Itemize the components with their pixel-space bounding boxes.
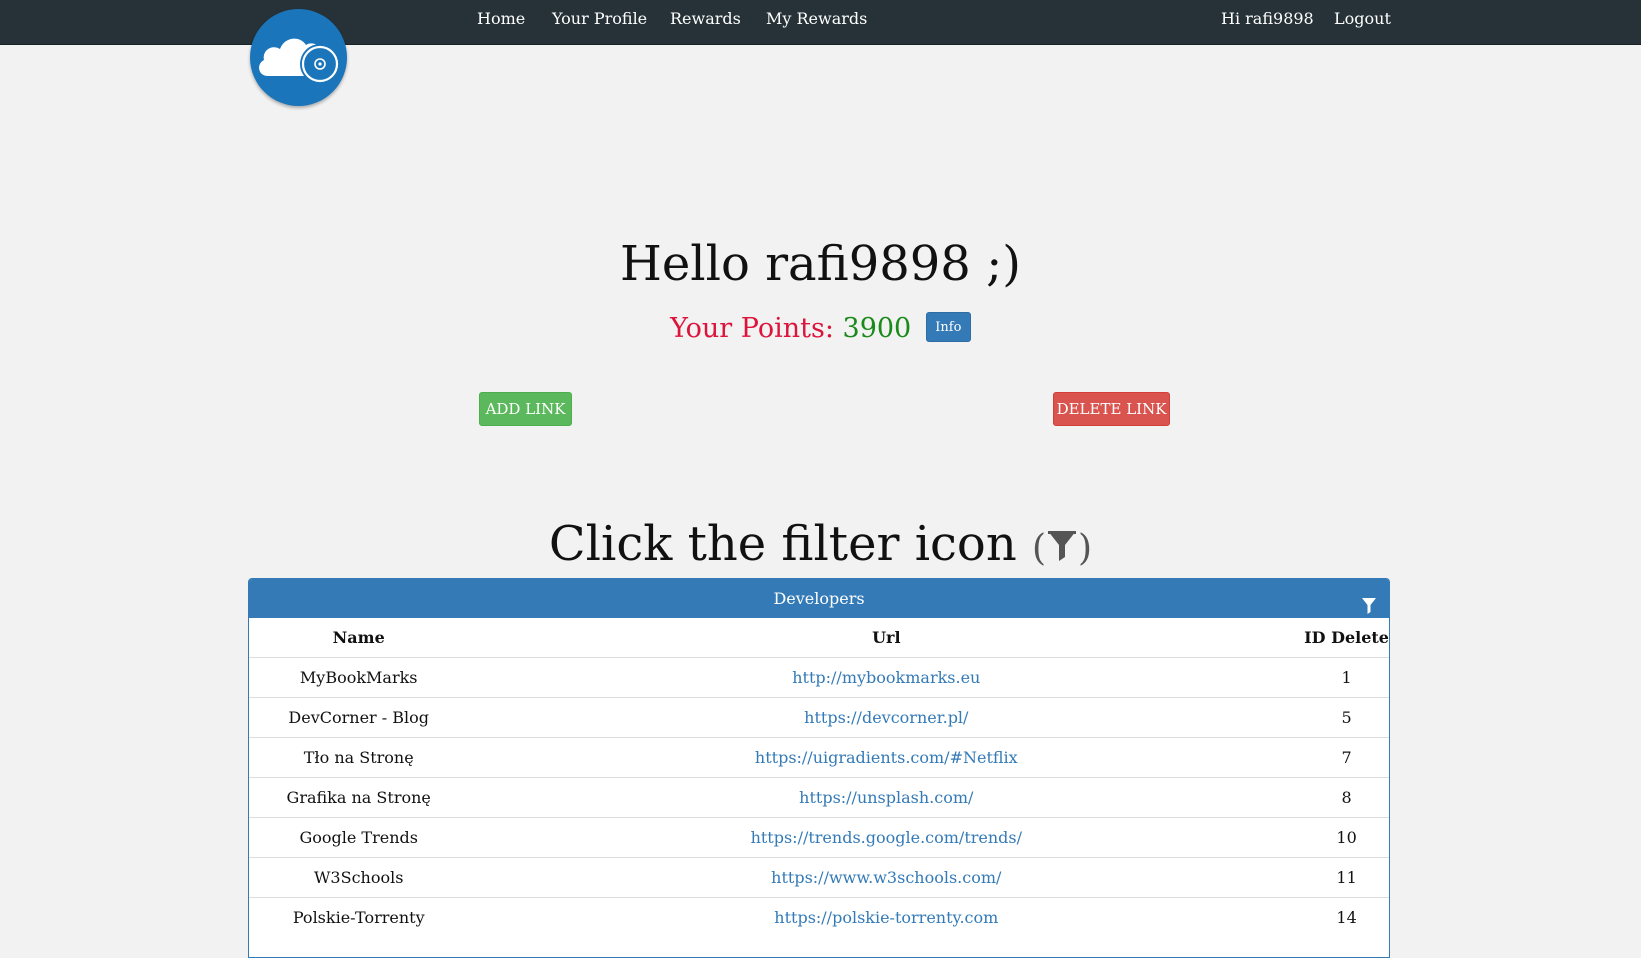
table-row: MyBookMarks http://mybookmarks.eu 1 [249, 657, 1389, 698]
row-url-link[interactable]: https://uigradients.com/#Netflix [755, 748, 1018, 767]
row-url-link[interactable]: https://trends.google.com/trends/ [751, 828, 1022, 847]
developers-panel: Developers Name Url ID Delete MyBookMark… [248, 578, 1390, 958]
row-name: Polskie-Torrenty [249, 897, 469, 937]
row-id: 7 [1304, 737, 1389, 778]
table-row: Grafika na Stronę https://unsplash.com/ … [249, 777, 1389, 818]
top-navbar: Home Your Profile Rewards My Rewards Hi … [0, 0, 1641, 45]
row-name: Tło na Stronę [249, 737, 469, 778]
row-url-link[interactable]: https://unsplash.com/ [799, 788, 973, 807]
row-id: 14 [1304, 897, 1389, 937]
nav-rewards-link[interactable]: Rewards [670, 0, 741, 38]
row-url-link[interactable]: https://polskie-torrenty.com [774, 908, 998, 927]
table-header-row: Name Url ID Delete [249, 618, 1389, 658]
row-name: Google Trends [249, 817, 469, 858]
filter-icon [1046, 517, 1078, 577]
points-value: 3900 [842, 313, 912, 344]
row-name: MyBookMarks [249, 657, 469, 698]
table-row: Google Trends https://trends.google.com/… [249, 817, 1389, 858]
points-row: Your Points: 3900 Info [0, 311, 1641, 346]
row-id: 11 [1304, 857, 1389, 898]
row-id: 1 [1304, 657, 1389, 698]
nav-user-greeting-link[interactable]: Hi rafi9898 [1221, 0, 1314, 38]
row-id: 5 [1304, 697, 1389, 738]
row-id: 10 [1304, 817, 1389, 858]
open-paren: ( [1032, 528, 1047, 569]
row-id: 8 [1304, 777, 1389, 818]
nav-home-link[interactable]: Home [477, 0, 525, 38]
points-label: Your Points: [670, 313, 843, 344]
links-table: Name Url ID Delete MyBookMarks http://my… [249, 618, 1389, 937]
nav-logout-link[interactable]: Logout [1334, 0, 1391, 38]
info-button[interactable]: Info [925, 311, 971, 342]
filter-heading: Click the filter icon () [0, 514, 1641, 579]
table-row: Tło na Stronę https://uigradients.com/#N… [249, 737, 1389, 778]
column-header-name[interactable]: Name [249, 618, 469, 658]
row-name: DevCorner - Blog [249, 697, 469, 738]
filter-heading-text: Click the filter icon [548, 516, 1032, 572]
nav-profile-link[interactable]: Your Profile [552, 0, 647, 38]
column-header-url[interactable]: Url [468, 618, 1305, 658]
nav-my-rewards-link[interactable]: My Rewards [766, 0, 867, 38]
row-url-link[interactable]: http://mybookmarks.eu [792, 668, 980, 687]
delete-link-button[interactable]: DELETE LINK [1053, 392, 1170, 426]
table-row: W3Schools https://www.w3schools.com/ 11 [249, 857, 1389, 898]
cloud-disc-icon [259, 38, 340, 84]
close-paren: ) [1078, 528, 1093, 569]
panel-heading: Developers [249, 579, 1389, 618]
panel-filter-icon[interactable] [1361, 590, 1377, 614]
add-link-button[interactable]: ADD LINK [479, 392, 572, 426]
page-greeting: Hello rafi9898 ;) [619, 236, 1021, 292]
table-row: DevCorner - Blog https://devcorner.pl/ 5 [249, 697, 1389, 738]
column-header-id-delete[interactable]: ID Delete [1304, 618, 1389, 658]
row-name: W3Schools [249, 857, 469, 898]
panel-title: Developers [773, 589, 865, 608]
row-url-link[interactable]: https://devcorner.pl/ [804, 708, 968, 727]
table-row: Polskie-Torrenty https://polskie-torrent… [249, 897, 1389, 937]
row-url-link[interactable]: https://www.w3schools.com/ [771, 868, 1001, 887]
row-name: Grafika na Stronę [249, 777, 469, 818]
site-logo[interactable] [250, 9, 347, 106]
